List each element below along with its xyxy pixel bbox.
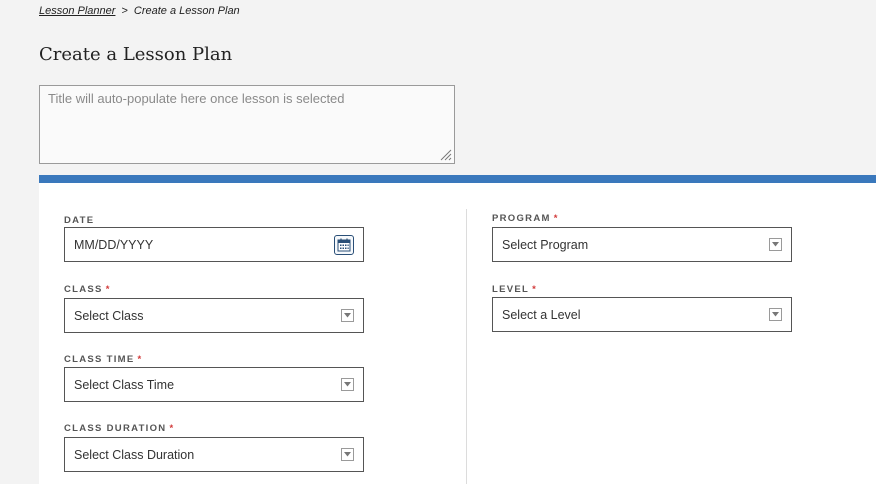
breadcrumb-current: Create a Lesson Plan xyxy=(133,5,240,17)
class-time-select-value: Select Class Time xyxy=(74,377,175,392)
lesson-form-panel: DATE MM/DD/YYYY CLASS * Select Class CLA… xyxy=(39,175,876,484)
class-label-text: CLASS xyxy=(64,284,103,295)
date-input-value: MM/DD/YYYY xyxy=(74,237,154,252)
class-duration-select-value: Select Class Duration xyxy=(74,447,195,462)
chevron-down-icon xyxy=(341,448,354,461)
lesson-title-textarea[interactable] xyxy=(39,85,455,164)
class-time-select[interactable]: Select Class Time xyxy=(64,367,364,402)
class-time-label-text: CLASS TIME xyxy=(64,354,135,365)
class-duration-select[interactable]: Select Class Duration xyxy=(64,437,364,472)
required-marker: * xyxy=(532,284,538,295)
class-select-value: Select Class xyxy=(74,308,144,323)
class-duration-label: CLASS DURATION * xyxy=(64,423,174,434)
level-label: LEVEL * xyxy=(492,284,537,295)
class-label: CLASS * xyxy=(64,284,111,295)
required-marker: * xyxy=(553,213,559,224)
chevron-down-icon xyxy=(341,309,354,322)
required-marker: * xyxy=(105,284,111,295)
chevron-down-icon xyxy=(769,238,782,251)
class-select[interactable]: Select Class xyxy=(64,298,364,333)
chevron-down-icon xyxy=(769,308,782,321)
breadcrumb: Lesson Planner > Create a Lesson Plan xyxy=(39,5,240,17)
calendar-icon[interactable] xyxy=(334,234,354,255)
chevron-down-icon xyxy=(341,378,354,391)
page-title: Create a Lesson Plan xyxy=(39,44,233,65)
program-label-text: PROGRAM xyxy=(492,213,551,224)
program-select[interactable]: Select Program xyxy=(492,227,792,262)
date-input[interactable]: MM/DD/YYYY xyxy=(64,227,364,262)
level-select-value: Select a Level xyxy=(502,307,581,322)
breadcrumb-separator: > xyxy=(121,5,128,17)
required-marker: * xyxy=(137,354,143,365)
column-divider xyxy=(466,209,467,484)
class-duration-label-text: CLASS DURATION xyxy=(64,423,167,434)
date-label-text: DATE xyxy=(64,215,95,226)
program-select-value: Select Program xyxy=(502,237,589,252)
breadcrumb-link-lesson-planner[interactable]: Lesson Planner xyxy=(39,5,115,17)
level-label-text: LEVEL xyxy=(492,284,530,295)
class-time-label: CLASS TIME * xyxy=(64,354,143,365)
required-marker: * xyxy=(169,423,175,434)
date-label: DATE xyxy=(64,215,94,226)
program-label: PROGRAM * xyxy=(492,213,559,224)
level-select[interactable]: Select a Level xyxy=(492,297,792,332)
